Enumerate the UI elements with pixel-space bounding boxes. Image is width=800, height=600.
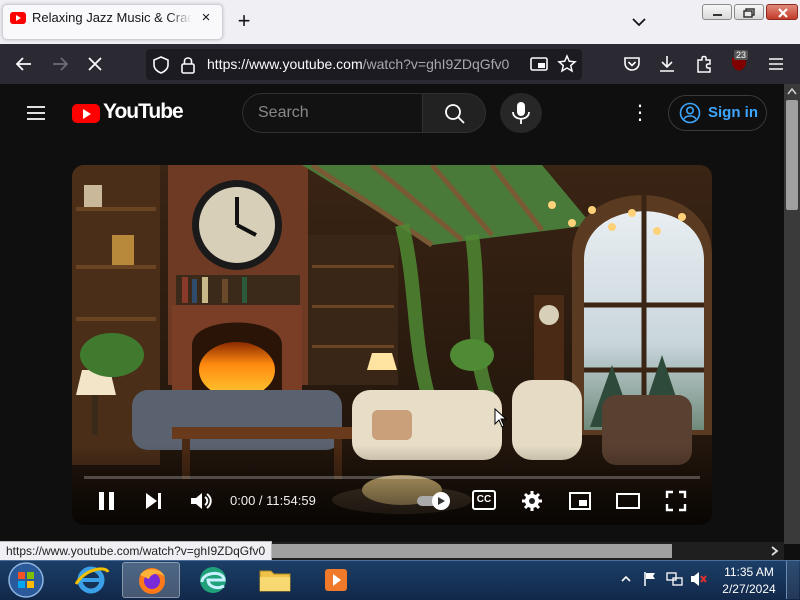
show-hidden-icons-button[interactable] bbox=[620, 573, 632, 585]
window-minimize-button[interactable] bbox=[702, 4, 732, 20]
arrow-left-icon bbox=[15, 57, 31, 71]
time-display: 0:00 / 11:54:59 bbox=[230, 493, 316, 508]
clock-time[interactable]: 11:35 AM bbox=[718, 565, 780, 579]
theater-mode-icon bbox=[616, 493, 640, 509]
url-host: https://www.youtube.com bbox=[207, 56, 363, 72]
voice-search-button[interactable] bbox=[500, 93, 542, 133]
gear-icon bbox=[522, 491, 542, 511]
firefox-icon bbox=[139, 568, 165, 594]
volume-icon bbox=[191, 493, 212, 509]
microphone-icon bbox=[512, 102, 530, 124]
extensions-puzzle-icon[interactable] bbox=[694, 54, 714, 74]
clock-date[interactable]: 2/27/2024 bbox=[718, 582, 780, 596]
tab-title: Relaxing Jazz Music & Crackling Fireplac… bbox=[32, 10, 192, 25]
chevron-up-icon bbox=[621, 575, 631, 582]
taskbar-media-player[interactable] bbox=[308, 562, 366, 598]
url-text[interactable]: https://www.youtube.com/watch?v=ghI9ZDqG… bbox=[207, 56, 517, 74]
taskbar-file-explorer[interactable] bbox=[246, 562, 304, 598]
skip-next-icon bbox=[146, 493, 161, 509]
vertical-scrollbar-thumb[interactable] bbox=[786, 100, 798, 210]
tracking-protection-shield-icon[interactable] bbox=[152, 55, 170, 75]
back-button[interactable] bbox=[13, 53, 35, 75]
time-current: 0:00 bbox=[230, 493, 256, 508]
network-icon[interactable] bbox=[666, 571, 684, 587]
stop-loading-button[interactable] bbox=[84, 53, 106, 75]
volume-muted-icon[interactable] bbox=[690, 571, 708, 587]
scroll-right-arrow-icon[interactable] bbox=[769, 545, 781, 557]
downloads-icon[interactable] bbox=[657, 54, 677, 74]
app-menu-button[interactable] bbox=[766, 54, 786, 74]
folder-icon bbox=[259, 570, 291, 592]
link-status-tooltip: https://www.youtube.com/watch?v=ghI9ZDqG… bbox=[0, 541, 273, 561]
youtube-logo-text[interactable]: YouTube bbox=[103, 100, 184, 124]
extension-badge-count: 23 bbox=[734, 50, 749, 60]
internet-explorer-icon bbox=[74, 566, 110, 594]
action-center-flag-icon[interactable] bbox=[642, 571, 658, 587]
video-player[interactable] bbox=[72, 165, 712, 525]
account-circle-icon bbox=[679, 102, 701, 124]
search-button[interactable] bbox=[422, 93, 486, 133]
scroll-up-arrow-icon[interactable] bbox=[786, 86, 798, 96]
chevron-down-icon bbox=[632, 18, 646, 27]
lock-icon[interactable] bbox=[180, 55, 196, 75]
new-tab-button[interactable]: + bbox=[232, 10, 256, 34]
guide-menu-button[interactable] bbox=[26, 103, 46, 123]
subtitles-button[interactable]: CC bbox=[472, 490, 496, 510]
next-video-button[interactable] bbox=[143, 490, 165, 512]
picture-in-picture-icon[interactable] bbox=[529, 54, 549, 74]
window-close-button[interactable] bbox=[766, 4, 798, 20]
taskbar-firefox[interactable] bbox=[122, 562, 180, 598]
show-desktop-button[interactable] bbox=[786, 561, 799, 599]
taskbar-edge[interactable] bbox=[184, 562, 242, 598]
theater-mode-button[interactable] bbox=[615, 491, 641, 511]
ublock-extension-button[interactable]: 23 bbox=[728, 50, 750, 74]
settings-more-button[interactable]: ⋮ bbox=[630, 102, 650, 124]
youtube-logo-icon[interactable] bbox=[72, 104, 100, 123]
search-input[interactable]: Search bbox=[258, 104, 408, 122]
forward-button[interactable] bbox=[49, 53, 71, 75]
settings-button[interactable] bbox=[520, 489, 544, 513]
sign-in-label: Sign in bbox=[708, 104, 758, 121]
hamburger-menu-icon bbox=[27, 106, 45, 120]
pocket-icon[interactable] bbox=[622, 54, 642, 74]
mouse-cursor-icon bbox=[494, 408, 508, 428]
fullscreen-button[interactable] bbox=[664, 489, 688, 513]
youtube-favicon-icon bbox=[10, 12, 26, 24]
bookmark-star-icon[interactable] bbox=[557, 54, 577, 74]
media-player-icon bbox=[325, 569, 347, 591]
hamburger-menu-icon bbox=[769, 58, 783, 70]
windows-start-orb-icon bbox=[8, 562, 44, 598]
taskbar-internet-explorer[interactable] bbox=[62, 562, 120, 598]
pause-icon bbox=[99, 492, 114, 510]
fullscreen-icon bbox=[665, 490, 687, 512]
mute-button[interactable] bbox=[189, 490, 213, 512]
autoplay-toggle[interactable] bbox=[416, 491, 452, 511]
edge-icon bbox=[200, 567, 226, 593]
url-path: /watch?v=ghI9ZDqGfv0 bbox=[362, 56, 510, 72]
pause-button[interactable] bbox=[96, 490, 118, 512]
search-icon bbox=[445, 104, 465, 124]
arrow-right-icon bbox=[53, 57, 69, 71]
close-icon bbox=[88, 57, 102, 71]
autoplay-toggle-icon bbox=[417, 492, 450, 510]
list-all-tabs-button[interactable] bbox=[628, 12, 650, 32]
start-button[interactable] bbox=[6, 561, 46, 599]
miniplayer-button[interactable] bbox=[568, 490, 592, 512]
miniplayer-icon bbox=[569, 492, 591, 510]
window-restore-button[interactable] bbox=[734, 4, 764, 20]
video-frame-cozy-room bbox=[72, 165, 712, 525]
time-total: 11:54:59 bbox=[266, 493, 316, 508]
tab-close-button[interactable]: × bbox=[198, 8, 214, 28]
